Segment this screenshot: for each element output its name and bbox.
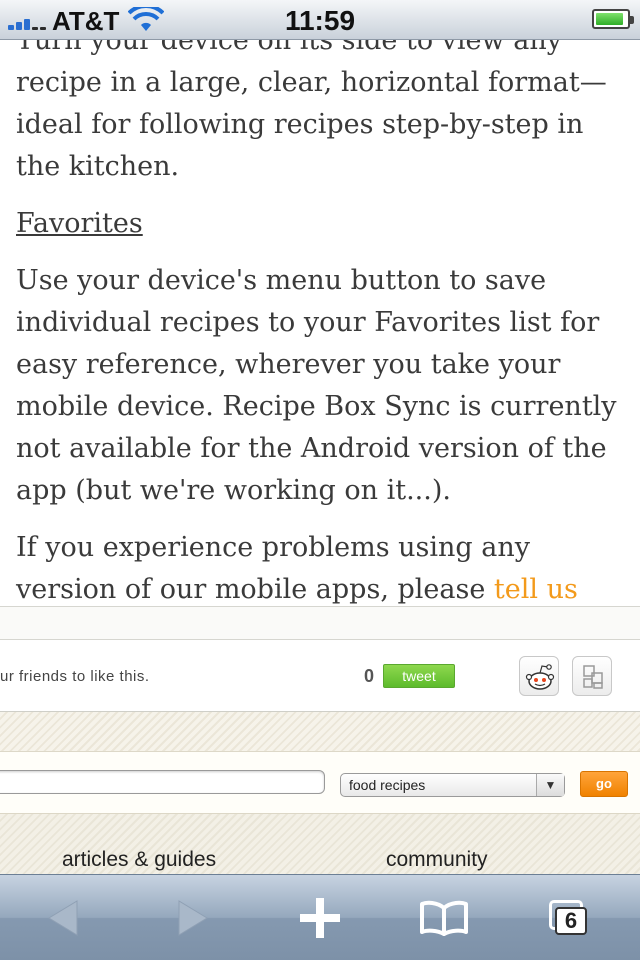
search-category-select[interactable]: food recipes ▼ xyxy=(340,773,565,797)
back-button[interactable] xyxy=(24,875,104,960)
plus-icon xyxy=(300,898,340,938)
battery-icon xyxy=(592,9,634,29)
carrier-name: AT&T xyxy=(52,6,120,36)
add-bookmark-button[interactable] xyxy=(280,875,360,960)
search-go-button[interactable]: go xyxy=(580,771,628,797)
site-search-bar: food recipes ▼ go xyxy=(0,752,640,814)
reddit-share-button[interactable] xyxy=(519,656,559,696)
tweet-button[interactable]: tweet xyxy=(383,664,455,688)
forward-arrow-icon xyxy=(178,900,208,936)
forward-button[interactable] xyxy=(152,875,232,960)
search-category-value: food recipes xyxy=(349,777,426,793)
chevron-down-icon: ▼ xyxy=(536,774,564,796)
section-divider xyxy=(0,606,640,640)
reddit-icon xyxy=(525,664,555,690)
tab-count-badge: 6 xyxy=(555,907,587,935)
section-heading-favorites: Favorites xyxy=(16,208,143,239)
share-button[interactable] xyxy=(572,656,612,696)
bookmarks-button[interactable] xyxy=(404,875,484,960)
status-bar: AT&T 11:59 xyxy=(0,0,640,40)
article-paragraph: Turn your device on its side to view any… xyxy=(16,25,607,182)
search-input[interactable] xyxy=(0,770,325,794)
bookmarks-icon xyxy=(420,900,468,936)
footer-nav: articles & guides community xyxy=(0,814,640,874)
tweet-count: 0 xyxy=(364,666,375,686)
paragraph-text: If you experience problems using any ver… xyxy=(16,532,531,605)
article-paragraph: Use your device's menu button to save in… xyxy=(16,265,617,506)
footer-link-articles-guides[interactable]: articles & guides xyxy=(62,848,216,872)
decorative-stripe xyxy=(0,712,640,752)
facebook-like-text: ur friends to like this. xyxy=(0,668,150,685)
tabs-button[interactable]: 6 xyxy=(530,875,610,960)
share-icon xyxy=(583,665,603,689)
social-share-bar: ur friends to like this. 0 tweet xyxy=(0,640,640,712)
signal-strength-icon xyxy=(8,12,48,30)
browser-toolbar: 6 xyxy=(0,874,640,960)
back-arrow-icon xyxy=(48,900,78,936)
article-body: Turn your device on its side to view any… xyxy=(16,20,626,668)
footer-link-community[interactable]: community xyxy=(386,848,488,872)
wifi-icon xyxy=(128,7,164,31)
